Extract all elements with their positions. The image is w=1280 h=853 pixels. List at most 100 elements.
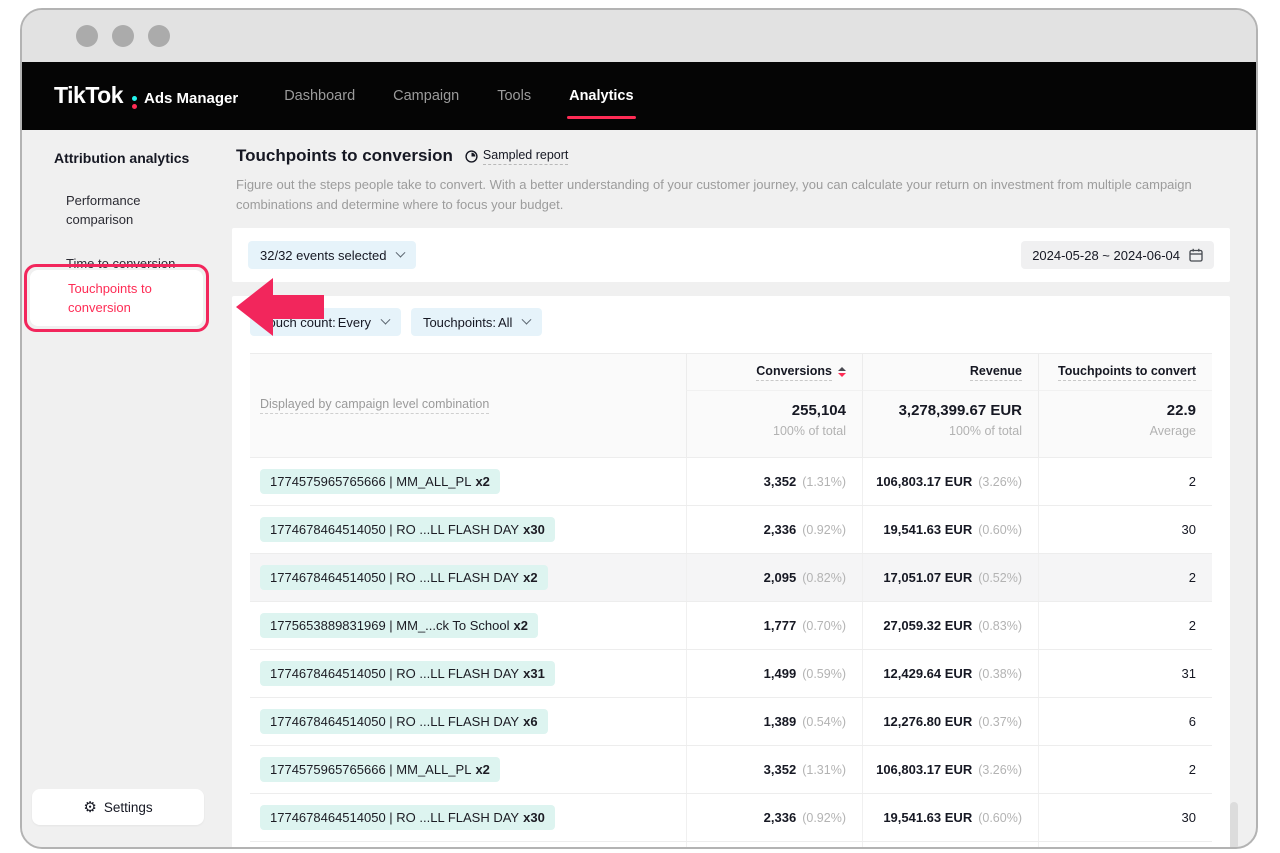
cell-conversions: 1,499(0.59%) xyxy=(686,650,862,697)
summary-conversions: 255,104 100% of total xyxy=(686,391,862,457)
cell-revenue: 19,541.63 EUR (0.60%) xyxy=(862,506,1038,553)
table-body: 1774575965765666 | MM_ALL_PL x2 3,352 (1.3… xyxy=(250,457,1212,847)
sort-icon xyxy=(838,367,846,377)
nav-item-analytics[interactable]: Analytics xyxy=(567,82,637,119)
window-dot-icon xyxy=(76,25,98,47)
annotation-highlight-box: Touchpoints to conversion xyxy=(24,264,209,332)
column-header-revenue[interactable]: Revenue xyxy=(862,354,1038,391)
cell-revenue: 19,541.63 EUR (0.60%) xyxy=(862,794,1038,841)
table-header: Displayed by campaign level combination … xyxy=(250,353,1212,457)
summary-revenue: 3,278,399.67 EUR 100% of total xyxy=(862,391,1038,457)
table-row: 1774575965765666 | MM_ALL_PL x2 3,352 (1.3… xyxy=(250,457,1212,505)
campaign-tag[interactable]: 1774678464514050 | RO ...LL FLASH DAY x2 xyxy=(260,565,548,590)
touchpoints-dropdown[interactable]: Touchpoints: All xyxy=(410,308,543,336)
brand-suffix: Ads Manager xyxy=(144,89,239,107)
cell-revenue: 12,429.64 EUR(0.38%) xyxy=(862,650,1038,697)
campaign-tag[interactable]: 1774575965765666 | MM_ALL_PL x2 xyxy=(260,757,500,782)
report-card: Touch count: Every Touchpoints: All Displa… xyxy=(232,296,1230,847)
sidebar: Attribution analytics Performance compar… xyxy=(22,130,218,847)
group-by-label: Displayed by campaign level combination xyxy=(260,397,490,414)
campaign-tag[interactable]: 1774678464514050 | RO ...LL FLASH DAY x30 xyxy=(260,805,555,830)
campaign-tag[interactable]: 1774678464514050 | RO ...LL FLASH DAY x31 xyxy=(260,661,555,686)
cell-touchpoints: 2 xyxy=(1038,602,1212,649)
tiktok-logo: TikTok Ads Manager xyxy=(54,82,238,111)
main-panel: Touchpoints to conversion Sampled report… xyxy=(218,130,1256,847)
sampled-report-label: Sampled report xyxy=(482,148,569,165)
page-description: Figure out the steps people take to conv… xyxy=(236,177,1192,212)
touch-count-label: Touch count: xyxy=(262,314,336,330)
cell-touchpoints: 30 xyxy=(1038,794,1212,841)
column-header-touchpoints[interactable]: Touchpoints to convert xyxy=(1038,354,1212,391)
date-range-picker[interactable]: 2024-05-28 ~ 2024-06-04 xyxy=(1021,241,1214,269)
cell-touchpoints: 2 xyxy=(1038,746,1212,793)
touch-count-dropdown[interactable]: Touch count: Every xyxy=(250,308,401,336)
events-dropdown[interactable]: 32/32 events selected xyxy=(248,241,417,269)
table-row: 1774678464514050 | RO ...LL FLASH DAYx31… xyxy=(250,841,1212,847)
cell-touchpoints: 2 xyxy=(1038,554,1212,601)
nav-item-campaign[interactable]: Campaign xyxy=(391,82,461,110)
cell-conversions: 2,336 (0.92%) xyxy=(686,794,862,841)
gear-icon: ⚙ xyxy=(83,798,97,816)
table-row: 1774678464514050 | RO ...LL FLASH DAY x2 … xyxy=(250,553,1212,601)
cell-touchpoints: 31 xyxy=(1038,650,1212,697)
cell-conversions: 2,095 (0.82%) xyxy=(686,554,862,601)
table-row: 1774678464514050 | RO ...LL FLASH DAYx31… xyxy=(250,649,1212,697)
touch-count-value: Every xyxy=(337,314,371,330)
window-titlebar xyxy=(22,10,1256,62)
nav-links: Dashboard Campaign Tools Analytics xyxy=(282,82,637,119)
cell-revenue: 17,051.07 EUR (0.52%) xyxy=(862,554,1038,601)
chevron-down-icon xyxy=(396,247,406,258)
table-row: 1774678464514050 | RO ...LL FLASH DAY x30… xyxy=(250,505,1212,553)
settings-button[interactable]: ⚙ Settings xyxy=(32,789,204,825)
table-row: 1774575965765666 | MM_ALL_PL x2 3,352 (1.3… xyxy=(250,745,1212,793)
cell-revenue: 27,059.32 EUR (0.83%) xyxy=(862,602,1038,649)
cell-touchpoints: 30 xyxy=(1038,506,1212,553)
window-dot-icon xyxy=(112,25,134,47)
cell-conversions: 3,352 (1.31%) xyxy=(686,458,862,505)
cell-revenue: 12,429.64 EUR(0.38%) xyxy=(862,842,1038,847)
top-navbar: TikTok Ads Manager Dashboard Campaign To… xyxy=(22,62,1256,130)
browser-window: TikTok Ads Manager Dashboard Campaign To… xyxy=(20,8,1258,849)
vertical-scrollbar[interactable] xyxy=(1230,802,1238,847)
table-row: 1775653889831969 | MM_...ck To School x2 … xyxy=(250,601,1212,649)
cell-conversions: 1,499(0.59%) xyxy=(686,842,862,847)
summary-touchpoints: 22.9 Average xyxy=(1038,391,1212,457)
cell-conversions: 1,389 (0.54%) xyxy=(686,698,862,745)
cell-conversions: 3,352 (1.31%) xyxy=(686,746,862,793)
sidebar-section-title: Attribution analytics xyxy=(54,150,190,166)
sidebar-item-performance-comparison[interactable]: Performance comparison xyxy=(66,191,190,229)
sampled-report-badge[interactable]: Sampled report xyxy=(465,148,569,165)
cell-touchpoints: 31 xyxy=(1038,842,1212,847)
column-header-conversions[interactable]: Conversions xyxy=(686,354,862,391)
events-dropdown-value: 32/32 events selected xyxy=(260,247,387,263)
campaign-tag[interactable]: 1774575965765666 | MM_ALL_PL x2 xyxy=(260,469,500,494)
cell-revenue: 12,276.80 EUR (0.37%) xyxy=(862,698,1038,745)
clock-icon xyxy=(465,149,478,163)
brand-name: TikTok xyxy=(54,81,124,108)
nav-item-dashboard[interactable]: Dashboard xyxy=(282,82,357,110)
nav-item-tools[interactable]: Tools xyxy=(495,82,533,110)
touchpoints-label: Touchpoints: xyxy=(422,314,496,330)
settings-label: Settings xyxy=(103,799,153,815)
touchpoints-table: Displayed by campaign level combination … xyxy=(250,353,1212,847)
table-row: 1774678464514050 | RO ...LL FLASH DAY x6 … xyxy=(250,697,1212,745)
campaign-tag[interactable]: 1775653889831969 | MM_...ck To School x2 xyxy=(260,613,538,638)
chevron-down-icon xyxy=(521,314,532,325)
cell-touchpoints: 2 xyxy=(1038,458,1212,505)
table-row: 1774678464514050 | RO ...LL FLASH DAY x30… xyxy=(250,793,1212,841)
chevron-down-icon xyxy=(380,314,391,325)
calendar-icon xyxy=(1189,248,1203,262)
page-title: Touchpoints to conversion xyxy=(236,146,453,165)
brand-colon-icon xyxy=(132,95,137,109)
sidebar-item-touchpoints-to-conversion[interactable]: Touchpoints to conversion xyxy=(30,270,203,326)
cell-revenue: 106,803.17 EUR (3.26%) xyxy=(862,746,1038,793)
campaign-tag[interactable]: 1774678464514050 | RO ...LL FLASH DAY x6 xyxy=(260,709,548,734)
window-dot-icon xyxy=(148,25,170,47)
events-filter-bar: 32/32 events selected 2024-05-28 ~ 2024-… xyxy=(232,228,1230,282)
campaign-tag[interactable]: 1774678464514050 | RO ...LL FLASH DAY x30 xyxy=(260,517,555,542)
touchpoints-value: All xyxy=(497,314,513,330)
cell-revenue: 106,803.17 EUR (3.26%) xyxy=(862,458,1038,505)
cell-conversions: 2,336 (0.92%) xyxy=(686,506,862,553)
date-range-value: 2024-05-28 ~ 2024-06-04 xyxy=(1032,247,1180,263)
cell-conversions: 1,777 (0.70%) xyxy=(686,602,862,649)
